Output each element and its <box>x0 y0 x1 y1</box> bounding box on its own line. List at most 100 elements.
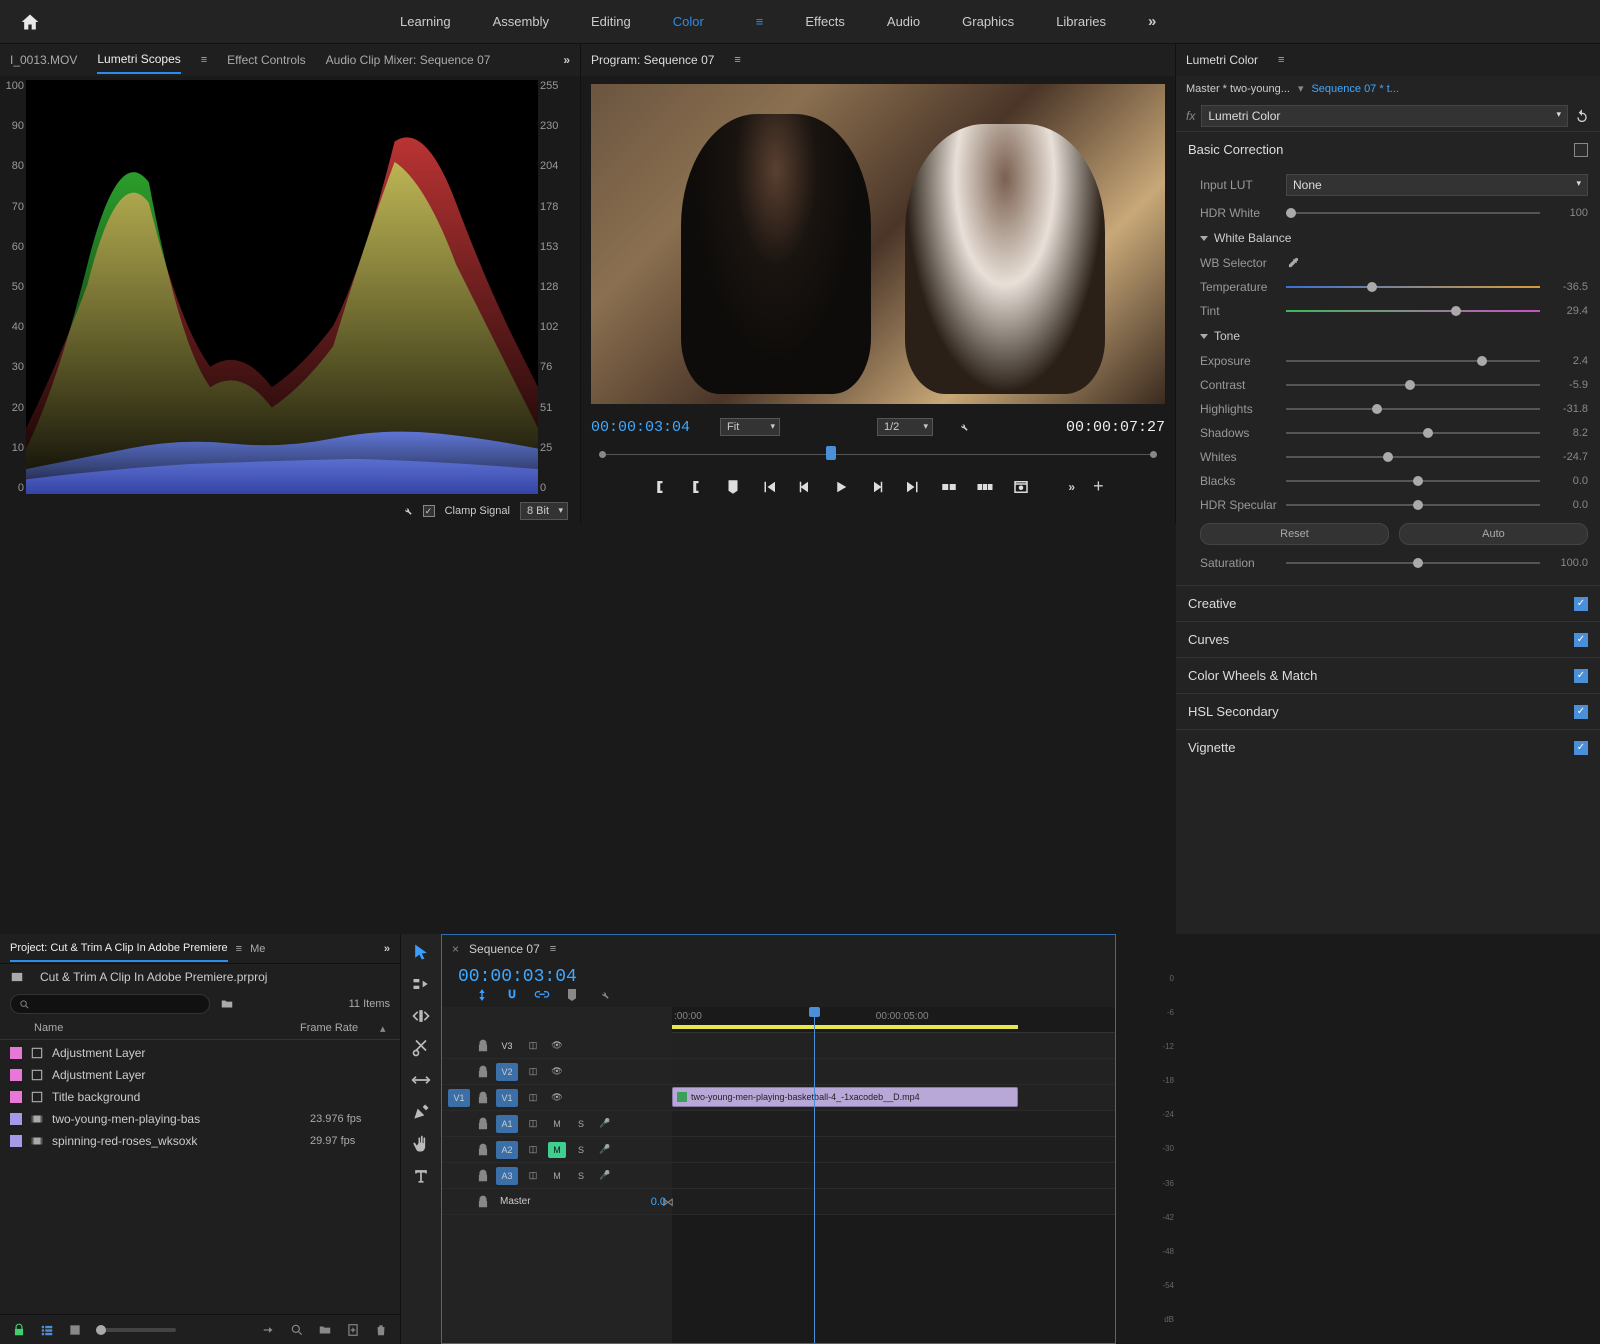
section-hsl-secondary[interactable]: HSL Secondary✓ <box>1176 694 1600 729</box>
timeline-close-icon[interactable]: × <box>452 942 459 956</box>
program-fit-dropdown[interactable]: Fit <box>720 418 780 436</box>
whites-slider[interactable] <box>1286 450 1540 464</box>
lumetri-menu-icon[interactable]: ≡ <box>1278 54 1284 66</box>
slip-tool-icon[interactable] <box>411 1070 431 1090</box>
timeline-clip[interactable]: two-young-men-playing-basketball-4_-1xac… <box>672 1087 1018 1107</box>
track-toggle-icon[interactable]: ◫ <box>524 1116 542 1132</box>
mute-button[interactable]: M <box>548 1116 566 1132</box>
basic-reset-button[interactable]: Reset <box>1200 523 1389 545</box>
col-name-header[interactable]: Name <box>10 1022 300 1035</box>
project-item[interactable]: Adjustment Layer <box>0 1042 400 1064</box>
ripple-edit-tool-icon[interactable] <box>411 1006 431 1026</box>
tone-header[interactable]: Tone <box>1200 323 1588 349</box>
home-icon[interactable] <box>20 12 40 32</box>
basic-auto-button[interactable]: Auto <box>1399 523 1588 545</box>
solo-button[interactable]: S <box>572 1142 590 1158</box>
auto-sequence-icon[interactable] <box>262 1323 276 1337</box>
ws-color[interactable]: Color <box>673 14 704 29</box>
track-eye-icon[interactable]: 👁 <box>548 1064 566 1080</box>
program-monitor[interactable] <box>591 84 1165 404</box>
tab-mov[interactable]: I_0013.MOV <box>10 47 77 73</box>
delete-icon[interactable] <box>374 1323 388 1337</box>
track-eye-icon[interactable]: 👁 <box>548 1090 566 1106</box>
linked-selection-icon[interactable] <box>534 987 550 1003</box>
mark-in-icon[interactable] <box>652 478 670 496</box>
extract-icon[interactable] <box>976 478 994 496</box>
voice-over-icon[interactable]: 🎤 <box>596 1116 614 1132</box>
ws-libraries[interactable]: Libraries <box>1056 14 1106 29</box>
bitdepth-dropdown[interactable]: 8 Bit <box>520 502 568 520</box>
solo-button[interactable]: S <box>572 1116 590 1132</box>
creative-toggle[interactable]: ✓ <box>1574 597 1588 611</box>
program-res-dropdown[interactable]: 1/2 <box>877 418 933 436</box>
mute-button[interactable]: M <box>548 1168 566 1184</box>
basic-correction-toggle[interactable] <box>1574 143 1588 157</box>
track-v3-label[interactable]: V3 <box>496 1037 518 1055</box>
selection-tool-icon[interactable] <box>411 942 431 962</box>
highlights-value[interactable]: -31.8 <box>1548 403 1588 415</box>
ws-effects[interactable]: Effects <box>805 14 845 29</box>
timeline-sequence-tab[interactable]: Sequence 07 <box>469 942 540 956</box>
export-frame-icon[interactable] <box>1012 478 1030 496</box>
voice-over-icon[interactable]: 🎤 <box>596 1168 614 1184</box>
track-toggle-icon[interactable]: ◫ <box>524 1038 542 1054</box>
hdr-white-slider[interactable] <box>1286 206 1540 220</box>
program-scrubber[interactable] <box>591 444 1165 464</box>
add-marker-icon[interactable] <box>724 478 742 496</box>
project-item[interactable]: spinning-red-roses_wksoxk29.97 fps <box>0 1130 400 1152</box>
snap-icon[interactable] <box>504 987 520 1003</box>
track-a3-label[interactable]: A3 <box>496 1167 518 1185</box>
track-toggle-icon[interactable]: ◫ <box>524 1064 542 1080</box>
track-v2[interactable] <box>672 1059 1115 1085</box>
vignette-toggle[interactable]: ✓ <box>1574 741 1588 755</box>
shadows-slider[interactable] <box>1286 426 1540 440</box>
tint-value[interactable]: 29.4 <box>1548 305 1588 317</box>
track-toggle-icon[interactable]: ◫ <box>524 1090 542 1106</box>
curves-toggle[interactable]: ✓ <box>1574 633 1588 647</box>
col-framerate-header[interactable]: Frame Rate <box>300 1022 380 1035</box>
wb-eyedropper-icon[interactable] <box>1286 256 1300 270</box>
track-a1[interactable] <box>672 1111 1115 1137</box>
play-icon[interactable] <box>832 478 850 496</box>
timeline-menu-icon[interactable]: ≡ <box>550 943 556 955</box>
whites-value[interactable]: -24.7 <box>1548 451 1588 463</box>
shadows-value[interactable]: 8.2 <box>1548 427 1588 439</box>
lock-icon[interactable] <box>476 1065 490 1079</box>
track-toggle-icon[interactable]: ◫ <box>524 1142 542 1158</box>
section-vignette[interactable]: Vignette✓ <box>1176 730 1600 765</box>
project-item[interactable]: Adjustment Layer <box>0 1064 400 1086</box>
hsl-secondary-toggle[interactable]: ✓ <box>1574 705 1588 719</box>
timeline-ruler[interactable]: :00:00 00:00:05:00 <box>672 1007 1115 1033</box>
voice-over-icon[interactable]: 🎤 <box>596 1142 614 1158</box>
temperature-slider[interactable] <box>1286 280 1540 294</box>
color-wheels-toggle[interactable]: ✓ <box>1574 669 1588 683</box>
go-to-out-icon[interactable] <box>904 478 922 496</box>
contrast-value[interactable]: -5.9 <box>1548 379 1588 391</box>
lock-icon[interactable] <box>476 1169 490 1183</box>
track-select-tool-icon[interactable] <box>411 974 431 994</box>
tab-audio-mixer[interactable]: Audio Clip Mixer: Sequence 07 <box>326 47 491 73</box>
insert-mode-icon[interactable] <box>474 987 490 1003</box>
track-a1-label[interactable]: A1 <box>496 1115 518 1133</box>
lift-icon[interactable] <box>940 478 958 496</box>
project-item[interactable]: two-young-men-playing-bas23.976 fps <box>0 1108 400 1130</box>
mark-out-icon[interactable] <box>688 478 706 496</box>
temperature-value[interactable]: -36.5 <box>1548 281 1588 293</box>
icon-view-icon[interactable] <box>68 1323 82 1337</box>
hdr-specular-value[interactable]: 0.0 <box>1548 499 1588 511</box>
tab-program[interactable]: Program: Sequence 07 <box>591 47 714 73</box>
mute-button[interactable]: M <box>548 1142 566 1158</box>
new-item-icon[interactable] <box>346 1323 360 1337</box>
ws-learning[interactable]: Learning <box>400 14 451 29</box>
tab-effect-controls[interactable]: Effect Controls <box>227 47 305 73</box>
list-view-icon[interactable] <box>40 1323 54 1337</box>
solo-button[interactable]: S <box>572 1168 590 1184</box>
ws-assembly[interactable]: Assembly <box>493 14 549 29</box>
project-item[interactable]: Title background <box>0 1086 400 1108</box>
track-v3[interactable] <box>672 1033 1115 1059</box>
clamp-signal-checkbox[interactable]: ✓ <box>423 505 435 517</box>
program-settings-icon[interactable] <box>953 419 969 435</box>
ws-graphics[interactable]: Graphics <box>962 14 1014 29</box>
saturation-value[interactable]: 100.0 <box>1548 557 1588 569</box>
lock-icon[interactable] <box>476 1039 490 1053</box>
